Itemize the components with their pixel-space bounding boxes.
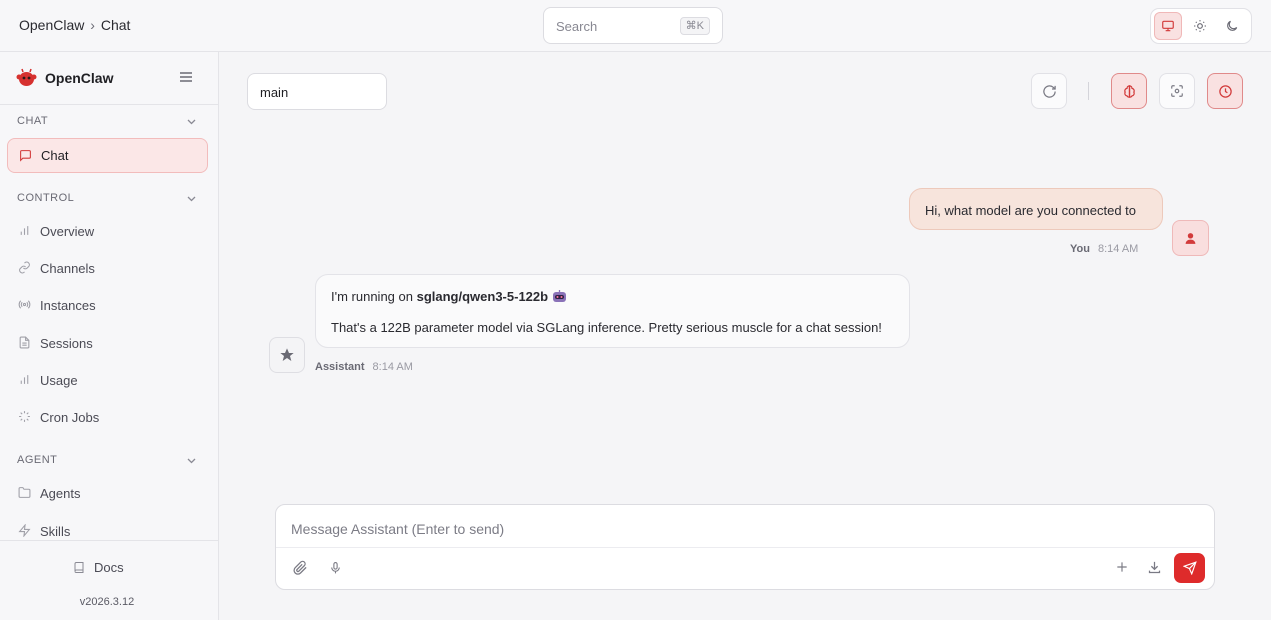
book-icon	[74, 562, 84, 573]
sidebar-item-usage[interactable]: Usage	[7, 363, 208, 398]
assistant-message-line: I'm running on sglang/qwen3-5-122b	[331, 289, 567, 304]
user-icon	[1185, 232, 1196, 244]
message-input[interactable]: Message Assistant (Enter to send)	[291, 521, 504, 537]
sidebar-item-label: Overview	[40, 224, 95, 239]
robot-emoji-icon	[553, 290, 567, 302]
toolbar-divider	[1088, 82, 1089, 100]
sidebar-item-label: Cron Jobs	[40, 410, 100, 425]
user-message-meta: You 8:14 AM	[1070, 243, 1138, 255]
section-agent-title[interactable]: AGENT	[17, 454, 57, 466]
sidebar-item-label: Skills	[40, 524, 71, 539]
message-text: I'm running on	[331, 289, 417, 304]
sidebar: OpenClaw CHAT Chat CONTROL Overview Chan…	[0, 52, 219, 620]
refresh-button[interactable]	[1031, 73, 1067, 109]
avatar	[1172, 220, 1209, 256]
section-control-title[interactable]: CONTROL	[17, 192, 74, 204]
user-message-bubble: Hi, what model are you connected to	[909, 188, 1163, 230]
sun-icon	[1194, 20, 1206, 32]
radio-icon	[18, 300, 31, 309]
sidebar-item-sessions[interactable]: Sessions	[7, 326, 208, 361]
zap-icon	[18, 524, 31, 537]
brand-name: OpenClaw	[45, 70, 114, 86]
system-theme-button[interactable]	[1154, 12, 1182, 40]
breadcrumb-app[interactable]: OpenClaw	[19, 17, 84, 33]
search-placeholder: Search	[556, 19, 598, 34]
docs-link[interactable]: Docs	[73, 560, 124, 575]
sidebar-item-instances[interactable]: Instances	[7, 288, 208, 323]
sidebar-item-channels[interactable]: Channels	[7, 251, 208, 286]
sidebar-item-label: Agents	[40, 486, 81, 501]
message-icon	[20, 150, 31, 162]
star-icon	[280, 348, 294, 361]
section-chat-title[interactable]: CHAT	[17, 115, 48, 127]
assistant-avatar	[269, 337, 305, 373]
clock-icon	[1218, 84, 1232, 98]
breadcrumb-page: Chat	[100, 17, 131, 33]
message-author: Assistant	[315, 361, 365, 373]
sidebar-item-label: Sessions	[40, 336, 93, 351]
top-bar: OpenClaw › Chat Search ⌘K	[0, 0, 1271, 52]
bar-chart-icon	[20, 226, 29, 235]
sidebar-item-label: Chat	[41, 148, 69, 163]
loader-icon	[19, 411, 30, 422]
message-time: 8:14 AM	[1097, 243, 1139, 255]
focus-icon	[1171, 85, 1183, 97]
message-composer: Message Assistant (Enter to send)	[275, 504, 1215, 590]
session-selector[interactable]: main	[247, 73, 387, 110]
docs-label: Docs	[94, 560, 124, 575]
chevron-down-icon[interactable]	[187, 119, 196, 125]
send-button[interactable]	[1174, 553, 1205, 583]
version-label: v2026.3.12	[79, 596, 135, 608]
paperclip-icon[interactable]	[293, 560, 308, 576]
search-shortcut: ⌘K	[679, 17, 710, 35]
sidebar-item-agents[interactable]: Agents	[7, 476, 208, 511]
folder-icon	[18, 487, 31, 498]
plus-icon[interactable]	[1115, 560, 1129, 574]
chevron-down-icon[interactable]	[187, 196, 196, 202]
theme-switcher	[1150, 8, 1252, 44]
brand[interactable]: OpenClaw	[16, 68, 113, 88]
message-time: 8:14 AM	[372, 361, 413, 373]
history-button[interactable]	[1207, 73, 1243, 109]
message-text: That's a 122B parameter model via SGLang…	[331, 320, 882, 335]
assistant-message-meta: Assistant 8:14 AM	[315, 361, 413, 373]
bar-chart-icon	[20, 375, 29, 384]
sidebar-item-label: Channels	[40, 261, 95, 276]
search-box[interactable]: Search ⌘K	[543, 7, 723, 44]
sidebar-item-overview[interactable]: Overview	[7, 214, 208, 249]
chevron-down-icon[interactable]	[187, 458, 196, 464]
download-icon[interactable]	[1147, 560, 1162, 575]
monitor-icon	[1162, 20, 1174, 32]
send-icon	[1182, 561, 1197, 575]
menu-icon[interactable]	[179, 71, 193, 83]
sidebar-item-cron-jobs[interactable]: Cron Jobs	[7, 400, 208, 435]
dark-theme-button[interactable]	[1218, 12, 1246, 40]
breadcrumb: OpenClaw › Chat	[19, 17, 130, 33]
composer-divider	[276, 547, 1214, 548]
thinking-toggle-button[interactable]	[1111, 73, 1147, 109]
focus-mode-button[interactable]	[1159, 73, 1195, 109]
file-icon	[19, 336, 30, 349]
model-name: sglang/qwen3-5-122b	[416, 289, 549, 304]
brain-icon	[1123, 84, 1135, 98]
openclaw-logo-icon	[16, 68, 37, 86]
breadcrumb-separator: ›	[90, 17, 95, 33]
refresh-icon	[1042, 84, 1056, 98]
sidebar-item-label: Usage	[40, 373, 78, 388]
sidebar-item-label: Instances	[40, 298, 96, 313]
message-author: You	[1070, 243, 1090, 255]
moon-icon	[1227, 20, 1238, 31]
assistant-message-bubble: I'm running on sglang/qwen3-5-122b That'…	[315, 274, 910, 348]
sidebar-divider	[0, 104, 218, 105]
link-icon	[19, 261, 30, 274]
light-theme-button[interactable]	[1186, 12, 1214, 40]
microphone-icon[interactable]	[329, 560, 342, 576]
sidebar-footer: Docs v2026.3.12	[0, 540, 218, 620]
sidebar-item-chat[interactable]: Chat	[7, 138, 208, 173]
